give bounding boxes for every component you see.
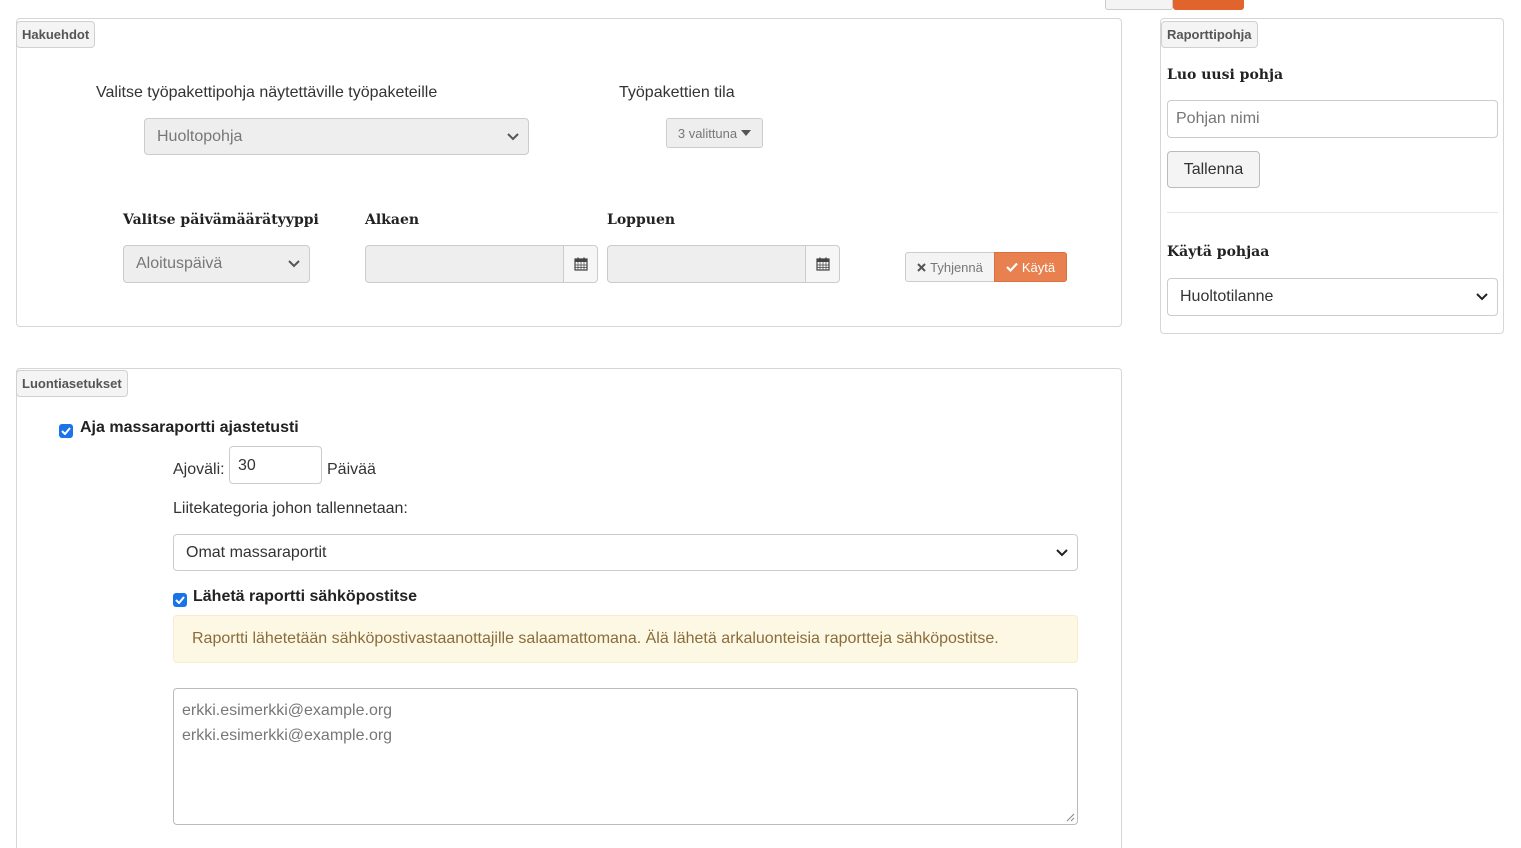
template-label: Valitse työpakettipohja näytettäville ty… [96,84,438,101]
warning-alert: Raportti lähetetään sähköpostivastaanott… [173,615,1078,663]
category-label: Liitekategoria johon tallennetaan: [173,500,408,517]
from-label: Alkaen [365,212,420,228]
schedule-label: Aja massaraportti ajastetusti [80,419,299,436]
chevron-down-icon [1476,293,1488,301]
date-type-label: Valitse päivämäärätyyppi [123,212,319,228]
check-icon [1006,262,1018,272]
status-dropdown[interactable]: 3 valittuna [666,118,763,148]
template-select-value: Huoltopohja [157,127,243,145]
status-label: Työpakettien tila [619,84,735,101]
template-name-input[interactable] [1167,100,1498,138]
caret-down-icon [741,130,752,136]
schedule-checkbox[interactable] [59,424,73,438]
chevron-down-icon [1056,548,1068,556]
category-value: Omat massaraportit [186,543,327,561]
close-icon [917,262,926,272]
from-calendar-button[interactable] [563,245,598,283]
save-button-label: Tallenna [1183,160,1244,178]
calendar-icon [815,257,830,271]
date-type-select[interactable]: Aloituspäivä [123,245,310,283]
use-template-select[interactable]: Huoltotilanne [1167,278,1498,316]
top-button-right[interactable] [1173,0,1244,10]
email-label: Lähetä raportti sähköpostitse [193,588,418,605]
email-checkbox[interactable] [173,593,187,607]
report-template-legend: Raporttipohja [1161,21,1258,48]
to-calendar-button[interactable] [805,245,840,283]
recipient-line: erkki.esimerkki@example.org [182,727,393,744]
use-template-value: Huoltotilanne [1180,288,1274,305]
divider [1167,212,1498,213]
interval-input[interactable]: 30 [229,446,322,484]
category-select[interactable]: Omat massaraportit [173,534,1078,571]
interval-unit: Päivää [327,461,376,478]
apply-button-label: Käytä [1021,259,1056,275]
template-select[interactable]: Huoltopohja [144,118,529,155]
calendar-icon [573,257,588,271]
to-date-input[interactable] [607,245,806,283]
clear-button[interactable]: Tyhjennä [905,252,995,282]
create-template-title: Luo uusi pohja [1167,67,1284,83]
resize-handle-icon[interactable] [1065,812,1075,822]
warning-text: Raportti lähetetään sähköpostivastaanott… [192,630,999,647]
check-icon [61,427,71,435]
search-panel-legend: Hakuehdot [16,21,96,48]
chevron-down-icon [288,260,300,268]
interval-value: 30 [238,457,256,474]
chevron-down-icon [507,132,519,140]
recipients-textarea[interactable]: erkki.esimerkki@example.org erkki.esimer… [173,688,1078,825]
status-dropdown-value: 3 valittuna [677,125,738,141]
date-type-value: Aloituspäivä [136,255,223,272]
apply-button[interactable]: Käytä [994,252,1067,282]
use-template-title: Käytä pohjaa [1167,244,1270,260]
top-button-left[interactable] [1105,0,1173,10]
from-date-input[interactable] [365,245,564,283]
creation-legend: Luontiasetukset [16,370,128,397]
to-label: Loppuen [607,212,676,228]
interval-label: Ajoväli: [173,461,225,478]
check-icon [175,596,185,604]
clear-button-label: Tyhjennä [930,259,983,275]
save-button[interactable]: Tallenna [1167,151,1260,188]
recipient-line: erkki.esimerkki@example.org [182,702,393,719]
